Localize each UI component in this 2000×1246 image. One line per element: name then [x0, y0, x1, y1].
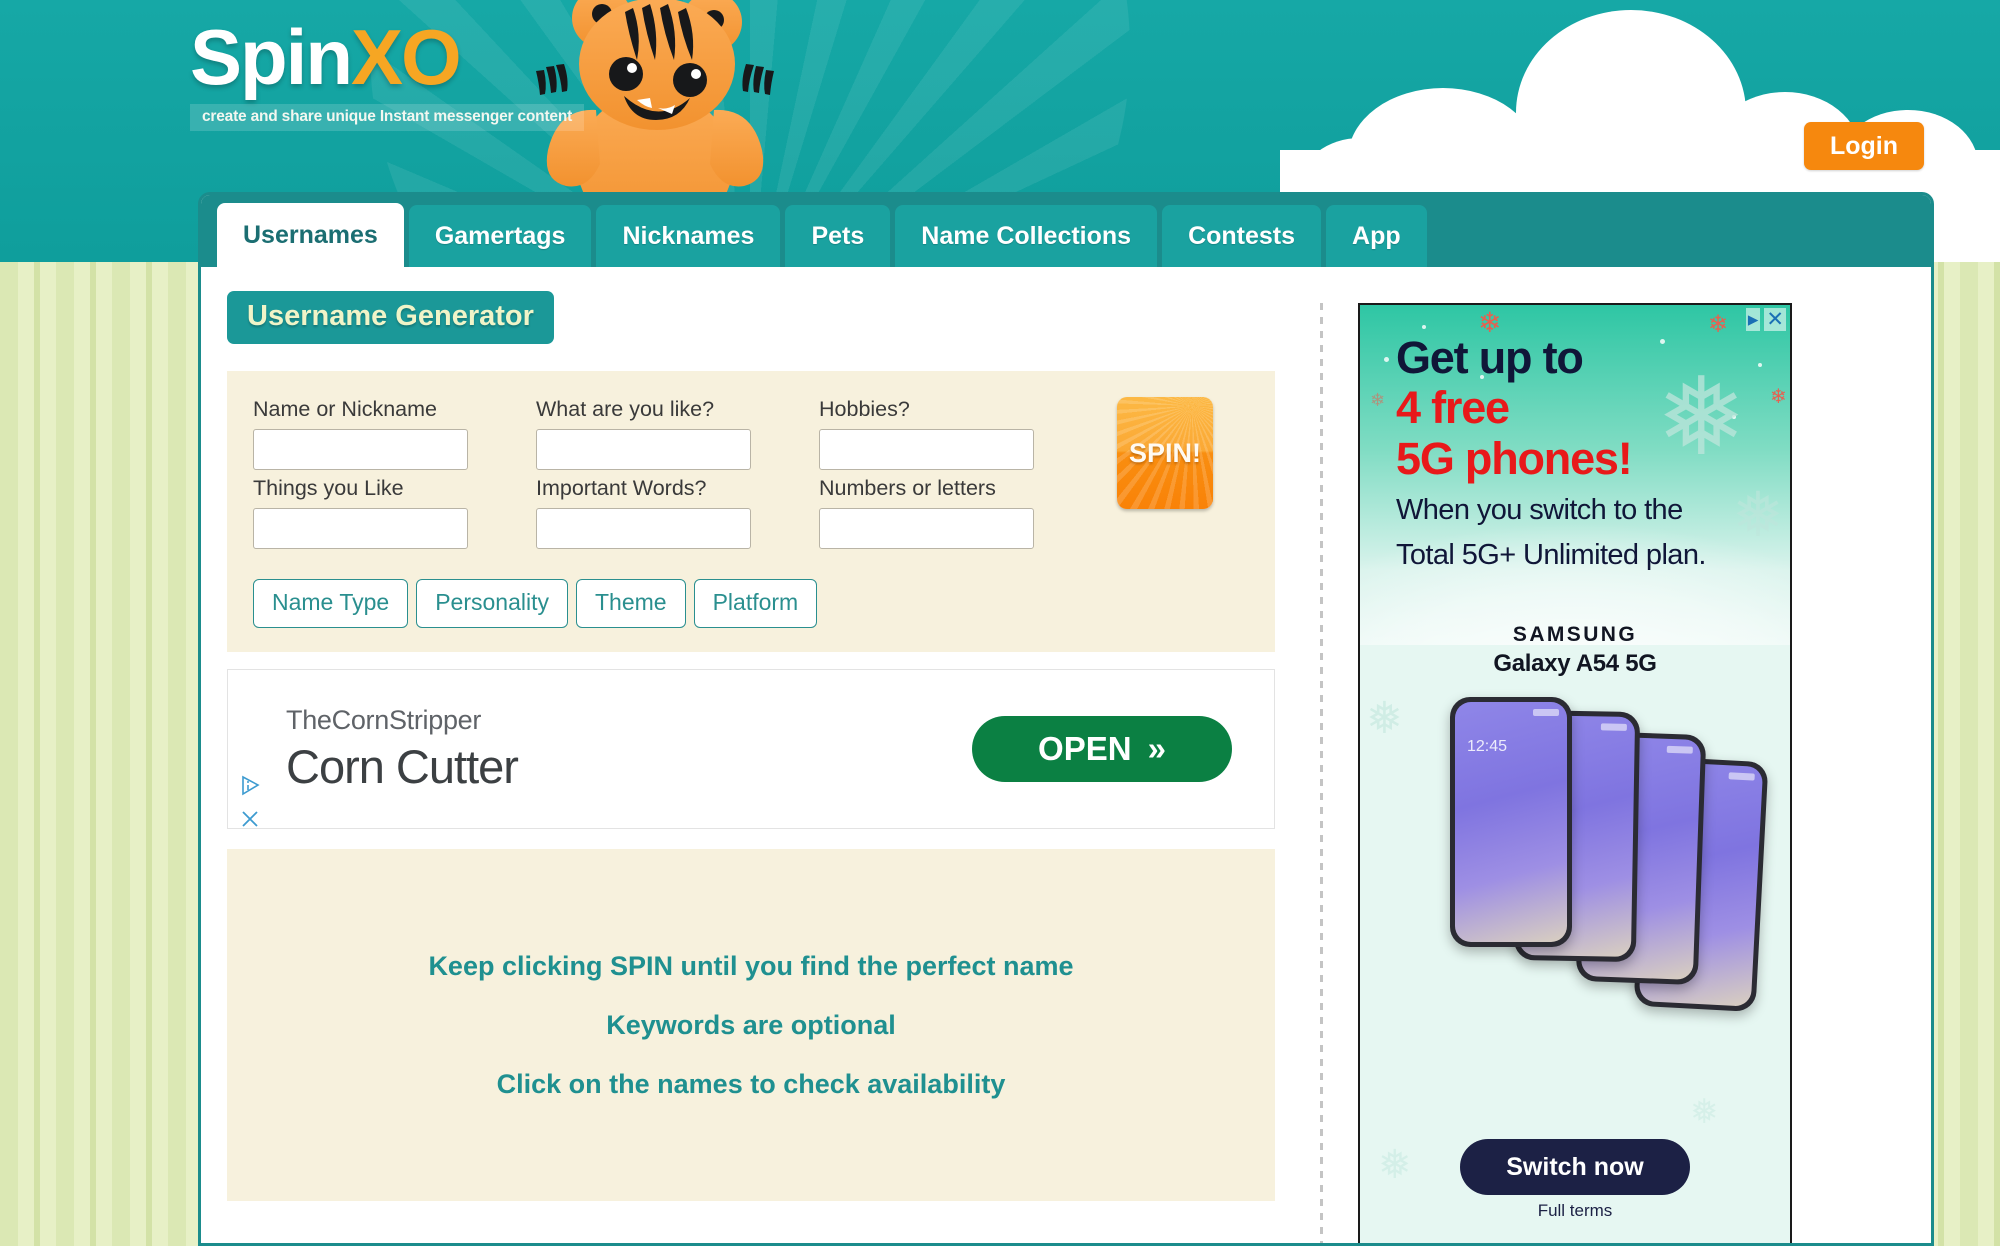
inline-advertisement[interactable]: TheCornStripper Corn Cutter OPEN » [227, 669, 1275, 829]
inline-ad-open-label: OPEN [1038, 730, 1132, 767]
sidebar-ad-headline-3: 5G phones! [1396, 432, 1633, 484]
tab-app[interactable]: App [1326, 205, 1427, 267]
input-hobbies[interactable] [819, 429, 1034, 470]
snowflake-icon: ❅ [1378, 1143, 1412, 1187]
generator-form-panel: Name or Nickname What are you like? Hobb… [227, 371, 1275, 652]
sidebar-ad-subline-1: When you switch to the [1396, 494, 1683, 527]
page-title: Username Generator [227, 291, 554, 344]
tab-gamertags[interactable]: Gamertags [408, 205, 592, 267]
inline-ad-title: Corn Cutter [286, 739, 519, 793]
full-terms-link[interactable]: Full terms [1360, 1201, 1790, 1221]
field-label-important-words: Important Words? [536, 476, 707, 500]
option-button-theme[interactable]: Theme [575, 579, 686, 628]
tab-nicknames[interactable]: Nicknames [596, 205, 781, 267]
snowflake-icon: ❄ [1708, 311, 1729, 338]
field-label-what-are-you-like: What are you like? [536, 397, 715, 421]
column-divider [1320, 303, 1323, 1243]
main-tabs: Usernames Gamertags Nicknames Pets Name … [201, 195, 1931, 267]
snowflake-icon: ❄ [1370, 390, 1386, 410]
input-numbers-or-letters[interactable] [819, 508, 1034, 549]
inline-ad-open-button[interactable]: OPEN » [972, 716, 1232, 782]
tab-usernames[interactable]: Usernames [217, 203, 404, 267]
snow-dot [1758, 363, 1762, 367]
results-hint-panel: Keep clicking SPIN until you find the pe… [227, 849, 1275, 1201]
body-area: Username Generator Name or Nickname What… [201, 267, 1931, 1243]
adchoices-icon[interactable]: ▸ [1745, 308, 1761, 331]
hint-line-2: Keywords are optional [606, 1009, 896, 1040]
tab-name-collections[interactable]: Name Collections [895, 205, 1158, 267]
spin-button[interactable]: SPIN! [1117, 397, 1213, 509]
site-tagline: create and share unique Instant messenge… [190, 104, 585, 131]
hint-line-3: Click on the names to check availability [496, 1068, 1006, 1099]
samsung-model-label: Galaxy A54 5G [1493, 650, 1657, 677]
close-icon[interactable] [240, 809, 260, 833]
adchoices-icon[interactable] [240, 775, 262, 797]
sidebar-ad-headline-1: Get up to [1396, 332, 1584, 383]
tab-contests[interactable]: Contests [1162, 205, 1322, 267]
tab-pets[interactable]: Pets [785, 205, 891, 267]
snow-dot [1422, 325, 1426, 329]
input-what-are-you-like[interactable] [536, 429, 751, 470]
login-button[interactable]: Login [1804, 122, 1924, 170]
snowflake-icon: ❅ [1690, 1093, 1719, 1131]
main-column: Username Generator Name or Nickname What… [201, 267, 1301, 1243]
page-root: SpinXO create and share unique Instant m… [0, 0, 2000, 1246]
hint-line-1: Keep clicking SPIN until you find the pe… [428, 950, 1074, 981]
snow-dot [1384, 357, 1389, 362]
sidebar-advertisement[interactable]: ❄ ❄ ❄ ❄ ❅ ❅ ❅ ❅ ❅ ▸ ✕ Get up to 4 free 5… [1358, 303, 1792, 1243]
samsung-brand-label: SAMSUNG [1512, 623, 1638, 646]
option-button-name-type[interactable]: Name Type [253, 579, 409, 628]
sidebar-ad-controls: ▸ ✕ [1745, 308, 1786, 331]
input-important-words[interactable] [536, 508, 751, 549]
field-label-numbers-or-letters: Numbers or letters [819, 476, 996, 500]
switch-now-button[interactable]: Switch now [1460, 1139, 1690, 1195]
field-label-hobbies: Hobbies? [819, 397, 910, 421]
sidebar-ad-headline: Get up to 4 free 5G phones! When you swi… [1396, 332, 1706, 574]
inline-ad-text: TheCornStripper Corn Cutter [286, 704, 519, 794]
chevron-right-icon: » [1147, 730, 1166, 767]
cloud-puff-1 [1516, 10, 1746, 215]
phone-device-front: 12:45 [1450, 697, 1572, 947]
content-frame: Usernames Gamertags Nicknames Pets Name … [198, 192, 1934, 1246]
field-label-things-you-like: Things you Like [253, 476, 404, 500]
input-name-or-nickname[interactable] [253, 429, 468, 470]
logo-accent-text: XO [351, 13, 462, 101]
snowflake-icon: ❅ [1732, 481, 1784, 550]
sidebar-ad-subline-2: Total 5G+ Unlimited plan. [1396, 539, 1706, 572]
field-label-name-or-nickname: Name or Nickname [253, 397, 437, 421]
snowflake-icon: ❅ [1366, 694, 1403, 743]
sidebar-ad-headline-2: 4 free [1396, 382, 1510, 434]
snowflake-icon: ❄ [1770, 386, 1787, 408]
option-button-personality[interactable]: Personality [416, 579, 568, 628]
site-logo[interactable]: SpinXO create and share unique Instant m… [190, 18, 610, 168]
inline-ad-brand: TheCornStripper [286, 704, 482, 735]
logo-primary-text: Spin [190, 13, 353, 101]
close-icon[interactable]: ✕ [1764, 308, 1786, 331]
generator-option-buttons: Name Type Personality Theme Platform [253, 579, 1275, 628]
phone-clock-label: 12:45 [1467, 738, 1508, 755]
sidebar-ad-brand-block: SAMSUNG Galaxy A54 5G [1360, 623, 1790, 678]
input-things-you-like[interactable] [253, 508, 468, 549]
option-button-platform[interactable]: Platform [693, 579, 818, 628]
